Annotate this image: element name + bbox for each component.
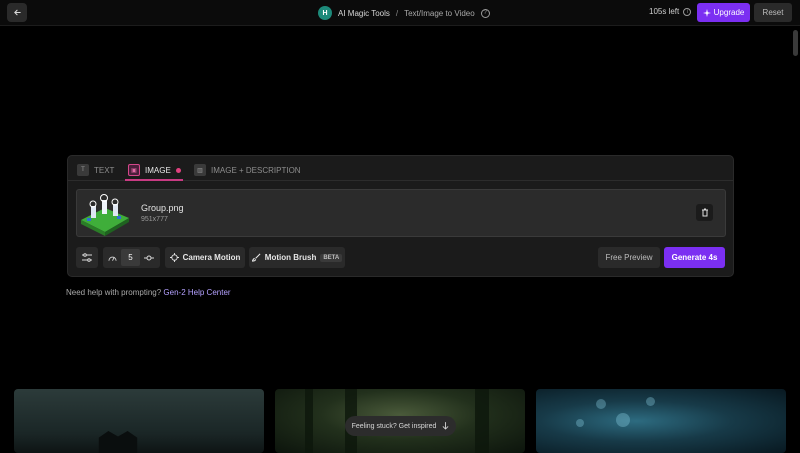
tab-label: IMAGE [145, 165, 171, 175]
top-bar: H AI Magic Tools / Text/Image to Video ?… [0, 0, 800, 26]
credits-remaining: 105s left i [649, 7, 692, 16]
generate-button[interactable]: Generate 4s [664, 247, 725, 268]
camera-motion-button[interactable]: Camera Motion [165, 247, 245, 268]
help-text: Need help with prompting? Gen-2 Help Cen… [66, 288, 231, 297]
back-button[interactable] [7, 3, 27, 22]
gallery-image [305, 389, 313, 453]
mode-tabs: T TEXT ▣ IMAGE ▥ IMAGE + DESCRIPTION [68, 156, 733, 181]
motion-speed-control[interactable]: 5 [103, 247, 160, 268]
info-icon[interactable]: i [683, 7, 692, 16]
breadcrumb-current: Text/Image to Video [404, 8, 475, 18]
sliders-icon [82, 253, 92, 262]
slider-icon[interactable] [140, 254, 158, 262]
image-thumbnail [81, 194, 129, 236]
upgrade-label: Upgrade [713, 8, 745, 17]
motion-brush-label: Motion Brush [264, 253, 317, 262]
gallery-image [98, 431, 138, 453]
reset-button[interactable]: Reset [754, 3, 792, 22]
free-preview-button[interactable]: Free Preview [598, 247, 660, 268]
scrollbar[interactable] [793, 30, 798, 56]
tab-image-description[interactable]: ▥ IMAGE + DESCRIPTION [194, 162, 301, 178]
sparkle-icon [702, 8, 711, 17]
breadcrumb-root[interactable]: AI Magic Tools [338, 9, 390, 18]
gallery-image [646, 397, 655, 406]
gallery-image [576, 419, 584, 427]
breadcrumb: H AI Magic Tools / Text/Image to Video ? [318, 5, 490, 21]
tab-label: IMAGE + DESCRIPTION [211, 165, 301, 175]
active-dot [175, 167, 181, 173]
uploaded-image[interactable]: Group.png 951x777 [76, 189, 726, 237]
upgrade-button[interactable]: Upgrade [697, 3, 750, 22]
beta-badge: BETA [320, 253, 343, 262]
image-text-icon: ▥ [194, 164, 206, 176]
gallery-image [596, 399, 606, 409]
inspire-label: Feeling stuck? Get inspired [351, 422, 437, 430]
image-icon: ▣ [128, 164, 140, 176]
gallery-image [475, 389, 489, 453]
delete-image-button[interactable] [696, 204, 713, 221]
tab-image[interactable]: ▣ IMAGE [128, 162, 181, 178]
settings-button[interactable] [76, 247, 98, 268]
camera-motion-label: Camera Motion [182, 253, 241, 262]
question-icon[interactable]: ? [480, 8, 490, 18]
get-inspired-button[interactable]: Feeling stuck? Get inspired [345, 416, 456, 436]
arrow-left-icon [13, 9, 21, 16]
arrow-down-icon [442, 422, 449, 430]
brush-icon [251, 253, 261, 262]
active-tab-indicator [125, 179, 183, 181]
gallery-card[interactable] [536, 389, 786, 453]
gallery-image [616, 413, 630, 427]
speed-value[interactable]: 5 [121, 249, 140, 266]
help-center-link[interactable]: Gen-2 Help Center [163, 288, 230, 297]
breadcrumb-separator: / [395, 8, 399, 18]
trash-icon [701, 208, 708, 217]
time-left-text: 105s left [649, 7, 680, 16]
speedometer-icon [103, 254, 121, 262]
tab-text[interactable]: T TEXT [77, 162, 114, 178]
file-name: Group.png [141, 203, 184, 213]
camera-motion-icon [169, 253, 179, 262]
motion-brush-button[interactable]: Motion Brush BETA [249, 247, 345, 268]
tab-label: TEXT [94, 165, 115, 175]
text-icon: T [77, 164, 89, 176]
file-dimensions: 951x777 [141, 216, 168, 223]
gallery-card[interactable] [14, 389, 264, 453]
generation-panel: T TEXT ▣ IMAGE ▥ IMAGE + DESCRIPTION Gro… [67, 155, 734, 277]
avatar[interactable]: H [318, 6, 332, 20]
help-prompt: Need help with prompting? [66, 288, 162, 297]
